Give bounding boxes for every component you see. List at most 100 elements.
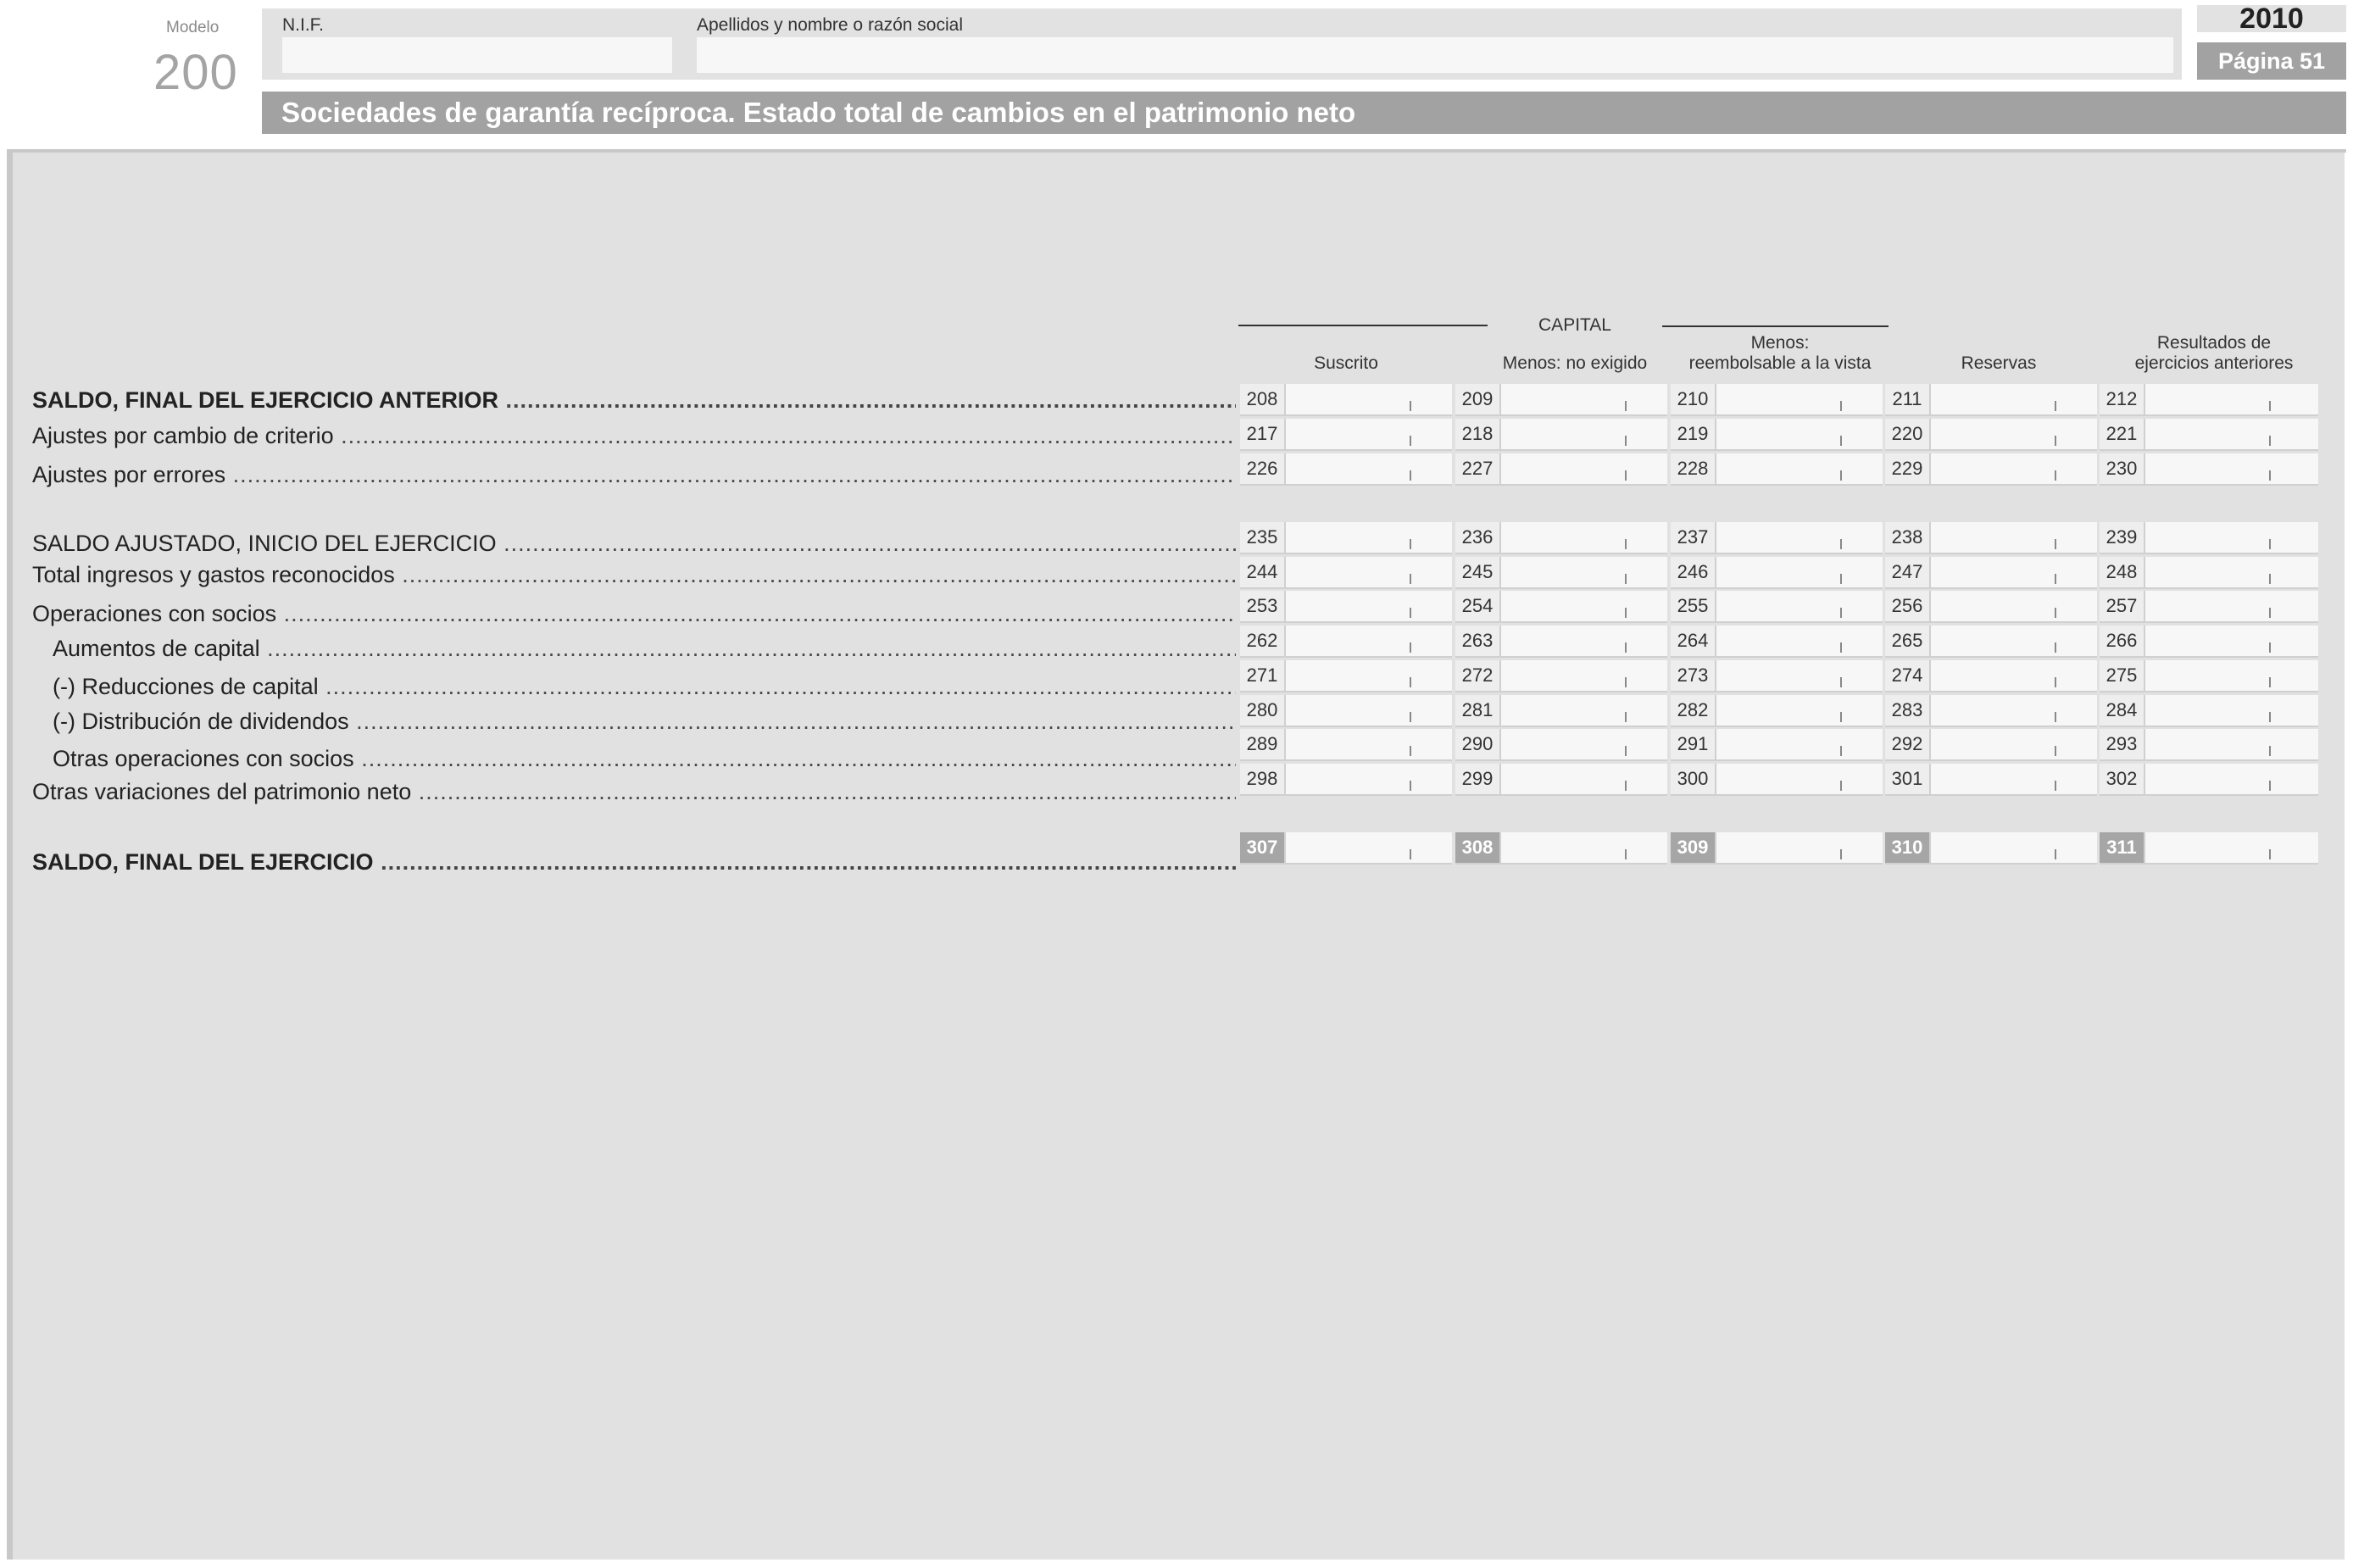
amount-input[interactable]	[1288, 384, 1449, 414]
amount-input[interactable]	[1718, 384, 1879, 414]
row-label: (-) Distribución de dividendos .........…	[53, 707, 1236, 736]
decimal-separator-mark	[2269, 574, 2271, 584]
amount-input[interactable]	[2147, 384, 2308, 414]
amount-input[interactable]	[1503, 591, 1664, 621]
row-label-text: Total ingresos y gastos reconocidos	[32, 562, 395, 587]
amount-input[interactable]	[1933, 522, 2094, 553]
decimal-separator-mark	[1410, 642, 1411, 653]
amount-input[interactable]	[1503, 729, 1664, 759]
nif-field[interactable]	[282, 37, 672, 73]
amount-input[interactable]	[1288, 453, 1449, 484]
amount-input[interactable]	[1503, 419, 1664, 449]
box-code: 310	[1885, 832, 1931, 863]
amount-input[interactable]	[1718, 557, 1879, 587]
amount-input[interactable]	[2147, 764, 2308, 794]
box-code: 246	[1671, 557, 1716, 587]
decimal-separator-mark	[2269, 677, 2271, 687]
amount-input[interactable]	[1288, 522, 1449, 553]
row-label: Otras operaciones con socios ...........…	[53, 744, 1236, 773]
box-code: 237	[1671, 522, 1716, 553]
row-label-text: Otras operaciones con socios	[53, 746, 354, 771]
amount-input[interactable]	[2147, 729, 2308, 759]
amount-input[interactable]	[2147, 591, 2308, 621]
amount-input[interactable]	[1288, 832, 1449, 863]
amount-cell: 283	[1885, 695, 2097, 727]
amount-input[interactable]	[1933, 729, 2094, 759]
amount-input[interactable]	[1718, 729, 1879, 759]
box-code: 274	[1885, 660, 1931, 691]
amount-input[interactable]	[1288, 660, 1449, 691]
amount-input[interactable]	[2147, 626, 2308, 656]
amount-input[interactable]	[2147, 695, 2308, 726]
box-code: 218	[1455, 419, 1501, 449]
amount-input[interactable]	[1933, 419, 2094, 449]
page-number: Página 51	[2197, 42, 2346, 80]
amount-input[interactable]	[1718, 695, 1879, 726]
decimal-separator-mark	[2269, 642, 2271, 653]
box-code: 238	[1885, 522, 1931, 553]
box-code: 219	[1671, 419, 1716, 449]
amount-input[interactable]	[1933, 591, 2094, 621]
row-label-text: SALDO, FINAL DEL EJERCICIO	[32, 849, 374, 875]
amount-input[interactable]	[1288, 591, 1449, 621]
amount-input[interactable]	[2147, 660, 2308, 691]
amount-input[interactable]	[1718, 660, 1879, 691]
row-label: SALDO, FINAL DEL EJERCICIO ANTERIOR ....…	[32, 386, 1236, 414]
amount-cell: 253	[1240, 591, 1452, 623]
amount-input[interactable]	[1288, 729, 1449, 759]
amount-input[interactable]	[1933, 453, 2094, 484]
decimal-separator-mark	[2055, 539, 2056, 549]
decimal-separator-mark	[1410, 746, 1411, 756]
amount-input[interactable]	[1718, 626, 1879, 656]
amount-input[interactable]	[1718, 419, 1879, 449]
amount-input[interactable]	[1503, 764, 1664, 794]
amount-input[interactable]	[1718, 522, 1879, 553]
amount-input[interactable]	[2147, 522, 2308, 553]
amount-input[interactable]	[1288, 626, 1449, 656]
amount-input[interactable]	[1933, 660, 2094, 691]
box-code: 271	[1240, 660, 1286, 691]
box-code: 299	[1455, 764, 1501, 794]
column-header-line1	[1236, 333, 1456, 353]
amount-cell: 301	[1885, 764, 2097, 796]
amount-input[interactable]	[1933, 832, 2094, 863]
amount-input[interactable]	[1933, 695, 2094, 726]
amount-input[interactable]	[1933, 557, 2094, 587]
amount-input[interactable]	[1503, 557, 1664, 587]
amount-input[interactable]	[1288, 695, 1449, 726]
amount-input[interactable]	[1503, 522, 1664, 553]
amount-input[interactable]	[1933, 764, 2094, 794]
amount-input[interactable]	[1503, 626, 1664, 656]
decimal-separator-mark	[1840, 539, 1842, 549]
amount-input[interactable]	[2147, 557, 2308, 587]
name-field[interactable]	[697, 37, 2173, 73]
amount-input[interactable]	[2147, 453, 2308, 484]
decimal-separator-mark	[2055, 677, 2056, 687]
amount-input[interactable]	[1288, 419, 1449, 449]
amount-input[interactable]	[1288, 764, 1449, 794]
amount-input[interactable]	[2147, 832, 2308, 863]
amount-input[interactable]	[1503, 832, 1664, 863]
amount-input[interactable]	[1503, 453, 1664, 484]
amount-input[interactable]	[2147, 419, 2308, 449]
box-code: 272	[1455, 660, 1501, 691]
amount-input[interactable]	[1503, 695, 1664, 726]
box-code: 248	[2100, 557, 2145, 587]
amount-input[interactable]	[1933, 626, 2094, 656]
decimal-separator-mark	[2269, 470, 2271, 481]
amount-input[interactable]	[1718, 453, 1879, 484]
box-code: 311	[2100, 832, 2145, 863]
row-label-text: Ajustes por cambio de criterio	[32, 423, 334, 448]
decimal-separator-mark	[1410, 608, 1411, 618]
amount-input[interactable]	[1933, 384, 2094, 414]
amount-cell: 220	[1885, 419, 2097, 451]
amount-input[interactable]	[1718, 832, 1879, 863]
amount-input[interactable]	[1718, 591, 1879, 621]
amount-input[interactable]	[1503, 660, 1664, 691]
row-label-text: SALDO AJUSTADO, INICIO DEL EJERCICIO	[32, 531, 497, 556]
amount-input[interactable]	[1503, 384, 1664, 414]
amount-cell: 289	[1240, 729, 1452, 761]
amount-input[interactable]	[1288, 557, 1449, 587]
box-code: 235	[1240, 522, 1286, 553]
amount-input[interactable]	[1718, 764, 1879, 794]
